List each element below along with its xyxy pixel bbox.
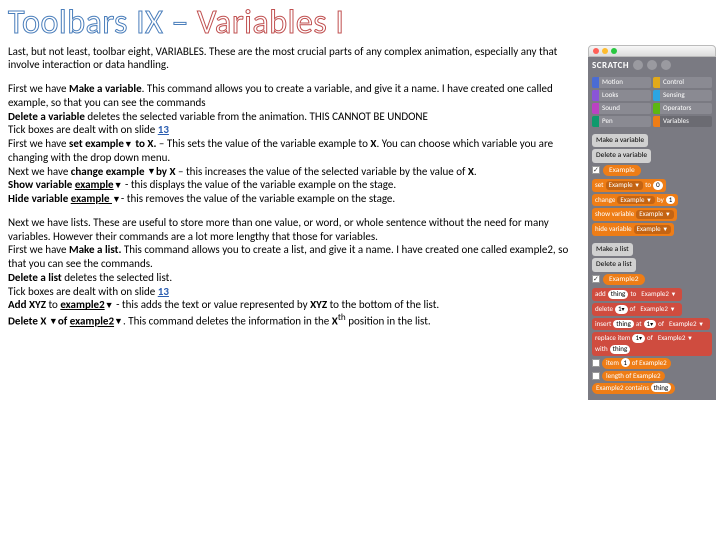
palette-operators[interactable]: Operators — [653, 103, 712, 114]
commands-area: Make a variable Delete a variable Exampl… — [588, 131, 716, 400]
variable-checkbox[interactable] — [592, 166, 600, 174]
list-checkbox[interactable] — [592, 275, 600, 283]
list-dropdown[interactable]: Example2 ▼ — [666, 320, 707, 329]
reporter-row: item 1 of Example2 — [592, 358, 712, 369]
set-block[interactable]: set Example ▼ to 0 — [592, 179, 666, 192]
delete-variable-button[interactable]: Delete a variable — [592, 149, 651, 162]
variable-reporter[interactable]: Example — [603, 165, 641, 176]
title-part2: Variables I — [197, 2, 344, 43]
delete-item-block[interactable]: delete 1▾ of Example2 ▼ — [592, 303, 682, 316]
dropdown-icon: ▼ — [49, 316, 58, 327]
globe-icon[interactable] — [633, 60, 643, 70]
list-dropdown[interactable]: Example2 ▼ — [637, 305, 678, 314]
block-palette: Motion Control Looks Sensing Sound Opera… — [588, 74, 716, 131]
title-part1: Toolbars IX – — [8, 2, 197, 43]
zoom-icon[interactable] — [611, 48, 617, 54]
palette-pen[interactable]: Pen — [592, 116, 651, 127]
palette-motion[interactable]: Motion — [592, 77, 651, 88]
palette-control[interactable]: Control — [653, 77, 712, 88]
value-input[interactable]: 1 — [666, 196, 676, 205]
make-list-button[interactable]: Make a list — [592, 243, 633, 256]
text-input[interactable]: thing — [610, 345, 631, 354]
text-input[interactable]: thing — [613, 320, 634, 329]
show-variable-block[interactable]: show variable Example ▼ — [592, 208, 677, 221]
dropdown-icon: ▼ — [105, 300, 114, 311]
var-dropdown[interactable]: Example ▼ — [634, 225, 672, 234]
var-dropdown[interactable]: Example ▼ — [606, 181, 644, 190]
lists-paragraph: Next we have lists. These are useful to … — [8, 216, 582, 329]
index-input[interactable]: 1▾ — [615, 305, 628, 314]
dropdown-icon: ▼ — [114, 180, 123, 191]
slide-13-link[interactable]: 13 — [158, 123, 169, 136]
length-reporter[interactable]: length of Example2 — [602, 371, 665, 382]
make-variable-button[interactable]: Make a variable — [592, 134, 648, 147]
list-dropdown[interactable]: Example2 ▼ — [638, 290, 679, 299]
change-block[interactable]: change Example ▼ by 1 — [592, 194, 678, 207]
delete-list-button[interactable]: Delete a list — [592, 258, 636, 271]
text-input[interactable]: thing — [608, 290, 629, 299]
variable-row: Example — [592, 165, 712, 176]
variables-paragraph: First we have Make a variable. This comm… — [8, 82, 582, 206]
palette-sound[interactable]: Sound — [592, 103, 651, 114]
replace-block[interactable]: replace item 1▾ of Example2 ▼ with thing — [592, 332, 712, 356]
value-input[interactable]: 0 — [653, 181, 663, 190]
list-row: Example2 — [592, 274, 712, 285]
window-titlebar — [588, 45, 716, 57]
item-reporter[interactable]: item 1 of Example2 — [602, 358, 671, 369]
palette-sensing[interactable]: Sensing — [653, 90, 712, 101]
list-dropdown[interactable]: Example2 ▼ — [655, 334, 696, 343]
reporter-checkbox[interactable] — [592, 372, 600, 380]
scratch-header: SCRATCH — [588, 57, 716, 74]
list-reporter[interactable]: Example2 — [603, 274, 645, 285]
palette-looks[interactable]: Looks — [592, 90, 651, 101]
scratch-logo: SCRATCH — [592, 60, 629, 71]
dropdown-icon: ▼ — [114, 316, 123, 327]
dropdown-icon: ▼ — [124, 139, 133, 150]
intro-paragraph: Last, but not least, toolbar eight, VARI… — [8, 45, 582, 73]
palette-variables[interactable]: Variables — [653, 116, 712, 127]
var-dropdown[interactable]: Example ▼ — [617, 196, 655, 205]
insert-block[interactable]: insert thing at 1▾ of Example2 ▼ — [592, 318, 710, 331]
page-title: Toolbars IX – Variables I — [0, 0, 720, 45]
reporter-row: length of Example2 — [592, 371, 712, 382]
save-icon[interactable] — [647, 60, 657, 70]
hide-variable-block[interactable]: hide variable Example ▼ — [592, 223, 674, 236]
scratch-panel: SCRATCH Motion Control Looks Sensing Sou… — [588, 45, 716, 401]
reporter-checkbox[interactable] — [592, 359, 600, 367]
index-input[interactable]: 1▾ — [644, 320, 657, 329]
index-input[interactable]: 1▾ — [632, 334, 645, 343]
dropdown-icon: ▼ — [147, 166, 156, 177]
contains-reporter[interactable]: Example2 contains thing — [592, 383, 675, 394]
slide-13-link[interactable]: 13 — [158, 285, 169, 298]
close-icon[interactable] — [593, 48, 599, 54]
add-block[interactable]: add thing to Example2 ▼ — [592, 288, 682, 301]
open-icon[interactable] — [661, 60, 671, 70]
dropdown-icon: ▼ — [112, 194, 121, 205]
minimize-icon[interactable] — [602, 48, 608, 54]
var-dropdown[interactable]: Example ▼ — [636, 210, 674, 219]
main-text-column: Last, but not least, toolbar eight, VARI… — [8, 45, 588, 401]
reporter-row: Example2 contains thing — [592, 383, 712, 394]
